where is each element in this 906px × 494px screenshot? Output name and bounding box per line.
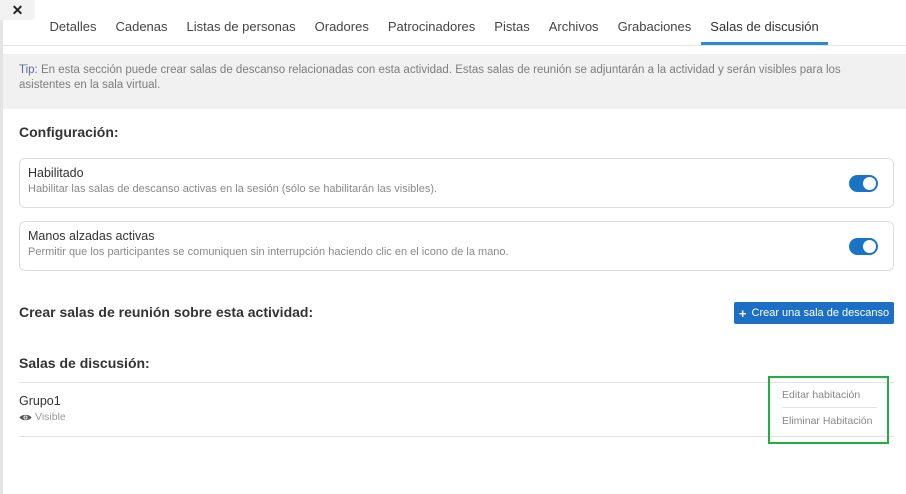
tab-bar: Detalles Cadenas Listas de personas Orad… (40, 8, 829, 45)
setting-title: Habilitado (28, 166, 84, 180)
tip-label: Tip: (19, 64, 38, 76)
setting-manos-alzadas: Manos alzadas activas Permitir que los p… (19, 221, 894, 271)
room-actions-menu: Editar habitación Eliminar Habitación (782, 382, 877, 433)
create-rooms-title: Crear salas de reunión sobre esta activi… (19, 304, 314, 320)
setting-description: Permitir que los participantes se comuni… (28, 246, 509, 258)
delete-room-link[interactable]: Eliminar Habitación (782, 408, 877, 433)
tab-cadenas[interactable]: Cadenas (106, 8, 177, 45)
edit-room-link[interactable]: Editar habitación (782, 382, 877, 407)
tab-archivos[interactable]: Archivos (539, 8, 608, 45)
setting-description: Habilitar las salas de descanso activas … (28, 183, 438, 195)
tab-listas-de-personas[interactable]: Listas de personas (177, 8, 305, 45)
tab-salas-de-discusion[interactable]: Salas de discusión (700, 8, 829, 45)
tip-text: En esta sección puede crear salas de des… (19, 64, 841, 91)
toggle-knob (863, 177, 876, 190)
room-status-label: Visible (35, 411, 66, 423)
tip-banner: Tip: En esta sección puede crear salas d… (3, 54, 906, 109)
tab-oradores[interactable]: Oradores (305, 8, 378, 45)
create-breakout-room-button[interactable]: + Crear una sala de descanso (734, 302, 894, 324)
rooms-title: Salas de discusión: (19, 355, 150, 371)
habilitado-toggle[interactable] (849, 175, 878, 192)
tab-pistas[interactable]: Pistas (485, 8, 539, 45)
eye-icon (19, 414, 32, 420)
setting-habilitado: Habilitado Habilitar las salas de descan… (19, 158, 894, 208)
tab-grabaciones[interactable]: Grabaciones (608, 8, 701, 45)
configuration-title: Configuración: (19, 124, 119, 140)
toggle-knob (863, 240, 876, 253)
rooms-divider (19, 382, 894, 383)
room-status: Visible (19, 411, 66, 423)
tabs-divider (3, 45, 906, 46)
setting-title: Manos alzadas activas (28, 229, 155, 243)
close-button[interactable]: ✕ (0, 0, 35, 20)
tab-detalles[interactable]: Detalles (40, 8, 106, 45)
tab-patrocinadores[interactable]: Patrocinadores (378, 8, 484, 45)
manos-alzadas-toggle[interactable] (849, 238, 878, 255)
room-name: Grupo1 (19, 394, 61, 408)
create-button-label: Crear una sala de descanso (751, 307, 890, 319)
close-icon: ✕ (11, 1, 24, 18)
plus-icon: + (738, 305, 747, 321)
rooms-divider (19, 436, 894, 437)
